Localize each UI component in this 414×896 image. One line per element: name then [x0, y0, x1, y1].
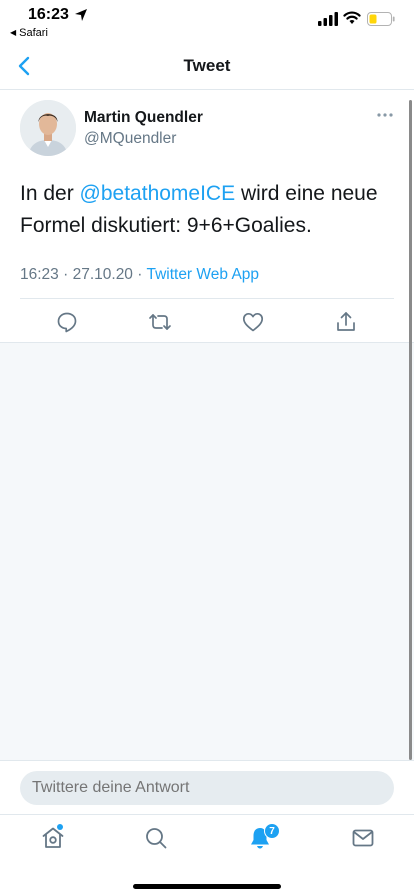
back-to-safari[interactable]: ◀ Safari [10, 27, 48, 39]
empty-replies-area [0, 343, 414, 760]
more-options-icon[interactable] [376, 112, 394, 118]
author-name[interactable]: Martin Quendler [84, 109, 203, 127]
mention-link[interactable]: @betathomeICE [80, 182, 236, 205]
author-handle[interactable]: @MQuendler [84, 130, 176, 148]
messages-icon[interactable] [350, 825, 376, 851]
avatar-image [20, 100, 76, 156]
tweet-text: In der @betathomeICE wird eine neue Form… [20, 178, 400, 242]
back-app-label: Safari [19, 27, 48, 39]
retweet-icon[interactable] [148, 310, 172, 334]
search-icon[interactable] [143, 825, 169, 851]
tweet-text-before: In der [20, 182, 80, 205]
notification-badge: 7 [264, 823, 280, 839]
like-icon[interactable] [241, 310, 265, 334]
meta-separator: · [63, 266, 69, 283]
home-unread-dot [57, 824, 63, 830]
status-time: 16:23 [28, 6, 69, 23]
reply-input[interactable] [20, 771, 394, 805]
battery-icon [367, 12, 395, 26]
scrollbar[interactable] [409, 100, 412, 760]
signal-icon [318, 12, 338, 26]
nav-bar: Tweet [0, 44, 414, 90]
tweet-detail: Martin Quendler @MQuendler In der @betat… [0, 90, 414, 343]
home-indicator [133, 884, 281, 889]
tab-bar: 7 [0, 814, 414, 896]
status-bar: 16:23 ◀ Safari [0, 0, 414, 44]
location-arrow-icon [75, 9, 87, 21]
back-triangle-icon: ◀ [10, 28, 17, 37]
tweet-time: 16:23 [20, 266, 59, 283]
tweet-source-link[interactable]: Twitter Web App [146, 266, 259, 283]
tweet-date: 27.10.20 [72, 266, 133, 283]
reply-bar [0, 760, 414, 814]
tweet-meta: 16:23 · 27.10.20 · Twitter Web App [20, 266, 259, 284]
wifi-icon [343, 11, 361, 24]
avatar[interactable] [20, 100, 76, 156]
page-title: Tweet [183, 56, 231, 75]
meta-separator: · [137, 266, 143, 283]
divider [20, 298, 394, 299]
share-icon[interactable] [334, 310, 358, 334]
reply-icon[interactable] [55, 310, 79, 334]
